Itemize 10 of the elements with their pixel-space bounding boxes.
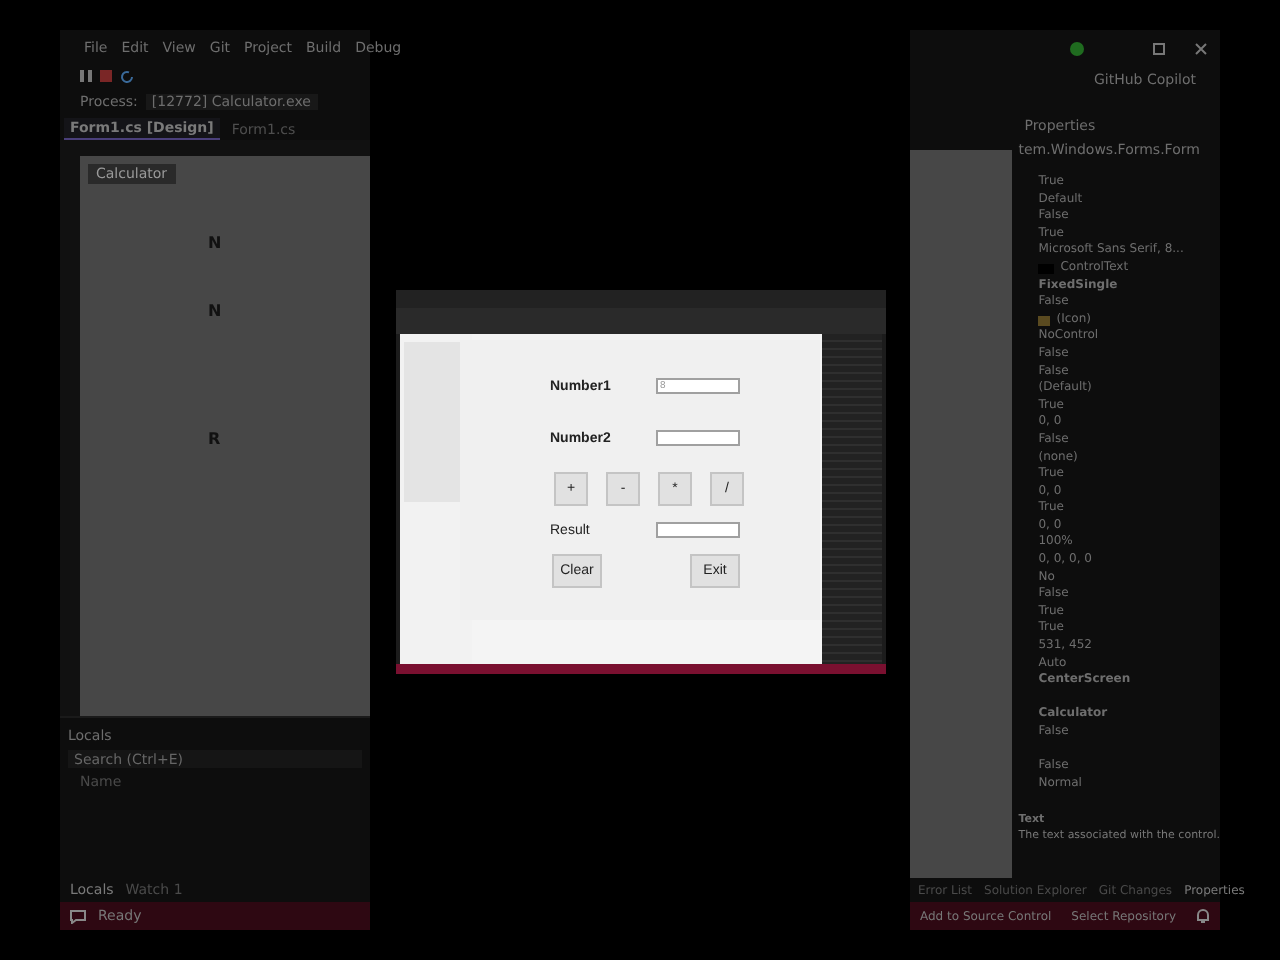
- chat-icon: [70, 909, 86, 923]
- restart-icon[interactable]: [120, 69, 134, 83]
- avatar-icon[interactable]: [1070, 41, 1084, 55]
- result-field[interactable]: [656, 522, 740, 538]
- close-icon[interactable]: [1194, 41, 1208, 55]
- pause-icon[interactable]: [80, 70, 92, 82]
- bell-icon[interactable]: [1196, 908, 1210, 924]
- number-input[interactable]: [656, 430, 740, 446]
- form-icon: [1038, 315, 1051, 326]
- restore-icon[interactable]: [1152, 41, 1166, 55]
